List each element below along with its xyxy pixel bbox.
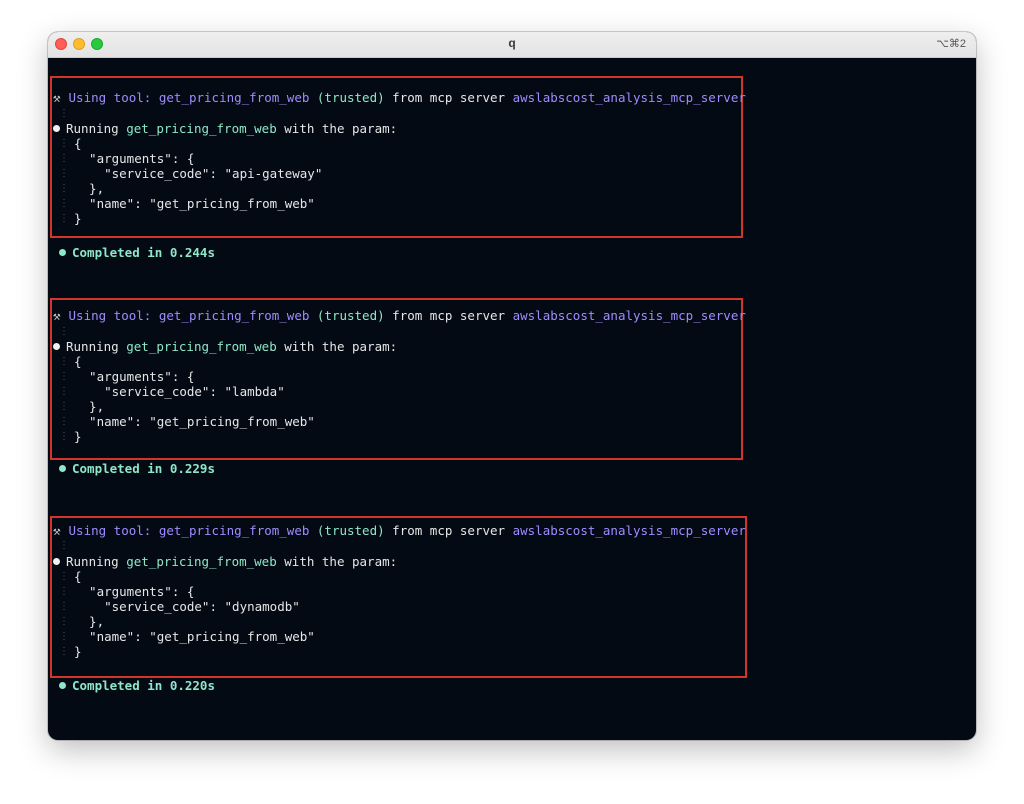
running-tool-name: get_pricing_from_web [126, 121, 277, 136]
trusted-label: (trusted) [316, 90, 385, 105]
window-shortcut: ⌥⌘2 [936, 38, 966, 50]
json-line: } [74, 429, 82, 444]
param-label: with the param: [284, 554, 398, 569]
using-tool-label: Using tool: [68, 523, 152, 538]
bullet-icon [59, 465, 66, 472]
server-name: awslabscost_analysis_mcp_server [512, 523, 746, 538]
running-line: Running get_pricing_from_web with the pa… [53, 121, 397, 136]
tool-name: get_pricing_from_web [158, 523, 310, 538]
json-line: "service_code": "lambda" [74, 384, 285, 399]
tool-call-block: ⚒ Using tool: get_pricing_from_web (trust… [48, 298, 976, 508]
json-line: "name": "get_pricing_from_web" [74, 414, 315, 429]
from-server-label: from mcp server [392, 308, 506, 323]
terminal-window: q ⌥⌘2 ⚒ Using tool: get_pricing_from_web … [48, 32, 976, 740]
window-title: q [508, 36, 516, 50]
param-label: with the param: [284, 339, 398, 354]
json-line: { [74, 354, 82, 369]
completed-status: Completed in 0.244s [72, 245, 215, 260]
completed-line: Completed in 0.244s [59, 245, 215, 260]
bullet-icon [53, 343, 60, 350]
completed-status: Completed in 0.220s [72, 678, 215, 693]
bullet-icon [53, 125, 60, 132]
running-label: Running [66, 121, 119, 136]
tool-name: get_pricing_from_web [158, 90, 310, 105]
json-line: "service_code": "api-gateway" [74, 166, 323, 181]
bullet-icon [59, 682, 66, 689]
running-tool-name: get_pricing_from_web [126, 554, 277, 569]
json-line: "arguments": { [74, 584, 195, 599]
terminal-output[interactable]: ⚒ Using tool: get_pricing_from_web (trust… [48, 58, 976, 740]
trusted-label: (trusted) [316, 308, 385, 323]
json-line: "name": "get_pricing_from_web" [74, 196, 315, 211]
tool-call-block: ⚒ Using tool: get_pricing_from_web (trust… [48, 76, 976, 286]
json-line: "arguments": { [74, 151, 195, 166]
using-tool-label: Using tool: [68, 90, 152, 105]
json-line: "arguments": { [74, 369, 195, 384]
running-line: Running get_pricing_from_web with the pa… [53, 339, 397, 354]
title-bar: q ⌥⌘2 [48, 32, 976, 58]
trusted-label: (trusted) [316, 523, 385, 538]
completed-line: Completed in 0.220s [59, 678, 215, 693]
json-line: "name": "get_pricing_from_web" [74, 629, 315, 644]
running-label: Running [66, 339, 119, 354]
tool-name: get_pricing_from_web [158, 308, 310, 323]
json-line: { [74, 569, 82, 584]
json-line: }, [74, 181, 105, 196]
json-line: }, [74, 399, 105, 414]
from-server-label: from mcp server [392, 90, 506, 105]
running-line: Running get_pricing_from_web with the pa… [53, 554, 397, 569]
bullet-icon [53, 558, 60, 565]
completed-status: Completed in 0.229s [72, 461, 215, 476]
tool-usage-line: ⚒ Using tool: get_pricing_from_web (trust… [53, 523, 746, 538]
tool-usage-line: ⚒ Using tool: get_pricing_from_web (trust… [53, 308, 746, 323]
param-label: with the param: [284, 121, 398, 136]
json-line: "service_code": "dynamodb" [74, 599, 300, 614]
completed-line: Completed in 0.229s [59, 461, 215, 476]
from-server-label: from mcp server [392, 523, 506, 538]
bullet-icon [59, 249, 66, 256]
hammer-wrench-icon: ⚒ [53, 308, 61, 323]
server-name: awslabscost_analysis_mcp_server [512, 90, 746, 105]
running-label: Running [66, 554, 119, 569]
json-line: }, [74, 614, 105, 629]
hammer-wrench-icon: ⚒ [53, 523, 61, 538]
running-tool-name: get_pricing_from_web [126, 339, 277, 354]
tool-usage-line: ⚒ Using tool: get_pricing_from_web (trust… [53, 90, 746, 105]
tool-call-block: ⚒ Using tool: get_pricing_from_web (trust… [48, 516, 976, 726]
server-name: awslabscost_analysis_mcp_server [512, 308, 746, 323]
json-line: { [74, 136, 82, 151]
separator-dots: ⋮ [59, 108, 69, 119]
json-line: } [74, 211, 82, 226]
json-line: } [74, 644, 82, 659]
using-tool-label: Using tool: [68, 308, 152, 323]
hammer-wrench-icon: ⚒ [53, 90, 61, 105]
